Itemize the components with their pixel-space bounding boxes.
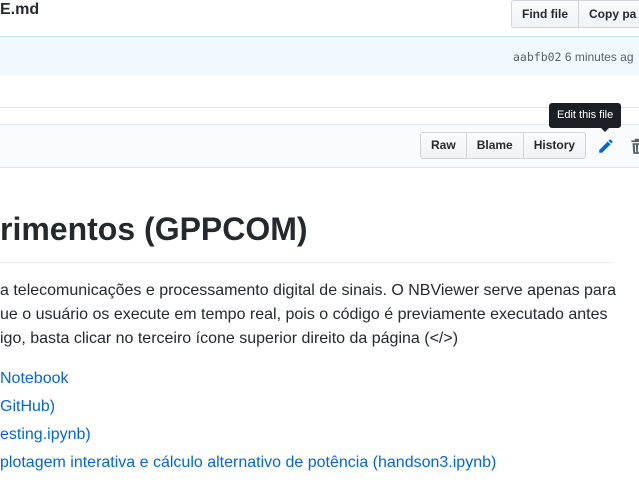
find-file-button[interactable]: Find file (511, 0, 579, 28)
edit-file-tooltip: Edit this file (549, 103, 622, 128)
file-path-title: E.md (0, 1, 40, 18)
paragraph-line: igo, basta clicar no terceiro ícone supe… (0, 330, 459, 347)
readme-link[interactable]: plotagem interativa e cálculo alternativ… (0, 454, 496, 472)
readme-link[interactable]: esting.ipynb) (0, 426, 91, 444)
paragraph-line: a telecomunicações e processamento digit… (0, 282, 617, 299)
pencil-icon[interactable] (597, 137, 615, 155)
contributors-bar (0, 75, 639, 108)
commit-time: 6 minutes ag (564, 50, 634, 64)
file-action-buttons: Raw Blame History (420, 132, 587, 159)
readme-link[interactable]: Notebook (0, 370, 69, 388)
raw-button[interactable]: Raw (420, 132, 467, 159)
readme-heading: rimentos (GPPCOM) (0, 211, 308, 247)
blame-button[interactable]: Blame (466, 132, 524, 159)
copy-path-button[interactable]: Copy pa (579, 0, 639, 28)
history-button[interactable]: History (523, 132, 587, 159)
trash-icon[interactable] (630, 137, 639, 155)
readme-link[interactable]: GitHub) (0, 398, 55, 416)
tooltip-arrow (600, 127, 610, 132)
paragraph-line: ue o usuário os execute em tempo real, p… (0, 306, 608, 323)
commit-info: aabfb02 6 minutes ag (513, 50, 634, 64)
commit-sha-link[interactable]: aabfb02 (513, 50, 561, 64)
heading-divider (0, 262, 614, 263)
file-navigation-buttons: Find file Copy pa (511, 0, 639, 28)
